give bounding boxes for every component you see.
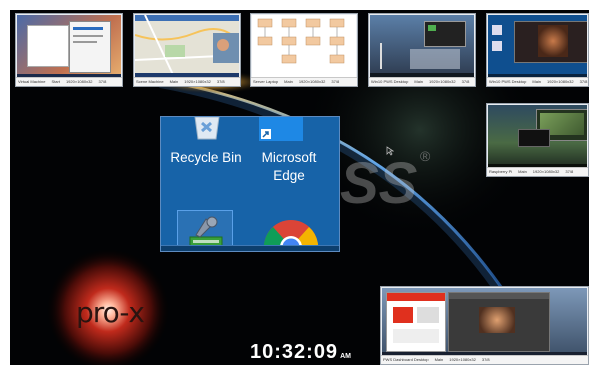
thumbnail-virtual-machine[interactable]: Virtual Machine Start 1920×1080x32 37/8 bbox=[15, 13, 123, 87]
registered-mark: ® bbox=[420, 148, 431, 164]
desktop-screen: SS ® pro-x Recycle Bin Microsoft Edge Vi… bbox=[10, 10, 589, 365]
thumbnail-raspberry-pi[interactable]: Raspberry Pi Main 1920×1080x32 37/8 bbox=[486, 103, 589, 177]
thumbnail-win10-desktop-1[interactable]: Win10 PWS Desktop Main 1920×1080x32 37/8 bbox=[368, 13, 476, 87]
thumbnail-caption: PWS Dashboard Desktop Main 1920×1080x32 37/… bbox=[381, 355, 588, 364]
thumbnail-screen bbox=[488, 105, 587, 168]
thumbnail-caption: Win10 PWS Desktop Main 1920×1080x32 37/8 bbox=[487, 77, 588, 86]
thumbnail-win10-desktop-2[interactable]: Win10 PWS Desktop Main 1920×1080x32 37/8 bbox=[486, 13, 589, 87]
edge-label-line1[interactable]: Microsoft bbox=[245, 150, 333, 165]
recycle-bin-label[interactable]: Recycle Bin bbox=[163, 150, 249, 165]
thumbnail-caption: Raspberry Pi Main 1920×1080x32 37/8 bbox=[487, 167, 588, 176]
thumbnail-screen bbox=[382, 288, 587, 356]
thumbnail-caption: Virtual Machine Start 1920×1080x32 37/8 bbox=[16, 77, 122, 86]
recycle-bin-icon[interactable] bbox=[189, 117, 225, 141]
thumbnail-caption: Scene Machine Main 1920×1080x32 37/8 bbox=[134, 77, 240, 86]
edge-icon[interactable] bbox=[259, 117, 303, 141]
thumbnail-scene-machine[interactable]: Scene Machine Main 1920×1080x32 37/8 bbox=[133, 13, 241, 87]
thumbnail-dashboard-desktop[interactable]: PWS Dashboard Desktop Main 1920×1080x32 37/… bbox=[380, 286, 589, 365]
thumbnail-screen bbox=[135, 15, 239, 78]
thumbnail-server-laptop[interactable]: Server Laptop Main 1920×1080x32 37/8 bbox=[250, 13, 358, 87]
thumbnail-screen bbox=[488, 15, 587, 78]
thumbnail-screen bbox=[17, 15, 121, 78]
desktop-window[interactable]: Recycle Bin Microsoft Edge bbox=[160, 116, 340, 252]
thumbnail-caption: Server Laptop Main 1920×1080x32 37/8 bbox=[251, 77, 357, 86]
edge-label-line2[interactable]: Edge bbox=[245, 168, 333, 183]
thumbnail-caption: Win10 PWS Desktop Main 1920×1080x32 37/8 bbox=[369, 77, 475, 86]
cursor-icon bbox=[386, 146, 394, 156]
brand-text: pro-x bbox=[76, 296, 145, 329]
thumbnail-screen bbox=[252, 15, 356, 78]
clock-time: 10:32:09 bbox=[250, 341, 339, 363]
watermark-logo: SS bbox=[340, 151, 418, 216]
thumbnail-screen bbox=[370, 15, 474, 78]
taskbar bbox=[161, 245, 339, 251]
clock-ampm: AM bbox=[340, 353, 351, 360]
clock: 10:32:09 AM bbox=[250, 341, 351, 364]
